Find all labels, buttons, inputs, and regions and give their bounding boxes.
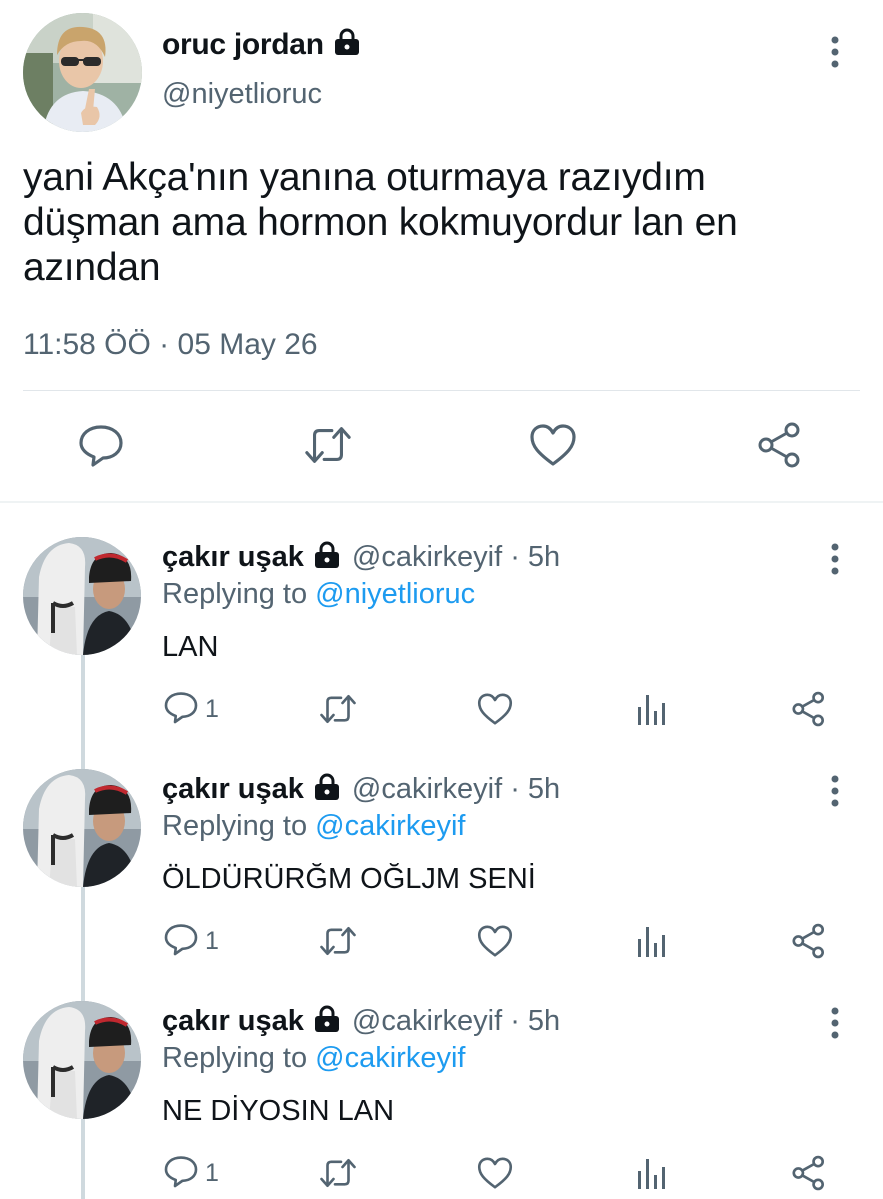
reply-icon	[163, 1153, 199, 1194]
share-icon[interactable]	[790, 689, 828, 729]
divider	[23, 390, 860, 391]
main-tweet: oruc jordan @niyetlioruc yani Akça'nın y…	[0, 0, 883, 503]
like-icon[interactable]	[476, 1153, 514, 1193]
author-handle[interactable]: @cakirkeyif	[352, 773, 502, 806]
separator: ·	[510, 541, 520, 573]
retweet-icon[interactable]	[318, 1153, 358, 1193]
lock-icon	[312, 540, 342, 575]
reply-header: çakır uşak @cakirkeyif · 5h	[162, 772, 560, 807]
author-name[interactable]: çakır uşak	[162, 773, 304, 806]
author-handle[interactable]: @niyetlioruc	[162, 78, 322, 111]
author-name[interactable]: çakır uşak	[162, 1005, 304, 1038]
replying-to-label: Replying to	[162, 810, 308, 842]
reply-button[interactable]: 1	[163, 1153, 219, 1193]
reply-button[interactable]: 1	[163, 921, 219, 961]
replying-to: Replying to @niyetlioruc	[162, 578, 475, 611]
more-vertical-icon[interactable]	[825, 1003, 845, 1043]
avatar[interactable]	[23, 1001, 141, 1119]
like-icon[interactable]	[476, 689, 514, 729]
share-icon[interactable]	[790, 921, 828, 961]
more-vertical-icon[interactable]	[825, 771, 845, 811]
lock-icon	[312, 772, 342, 807]
reply-text: LAN	[162, 631, 219, 663]
reply-tweet[interactable]: çakır uşak @cakirkeyif · 5h Replying to …	[0, 535, 883, 767]
more-vertical-icon[interactable]	[825, 32, 845, 72]
avatar-photo	[23, 13, 142, 132]
like-icon[interactable]	[476, 921, 514, 961]
separator: ·	[510, 1005, 520, 1037]
reply-text: NE DİYOSIN LAN	[162, 1095, 395, 1127]
avatar[interactable]	[23, 13, 142, 132]
reply-time[interactable]: 5h	[528, 1005, 560, 1038]
analytics-icon[interactable]	[636, 921, 668, 961]
author-name[interactable]: oruc jordan	[162, 28, 324, 62]
replying-to-label: Replying to	[162, 578, 308, 610]
replying-to-label: Replying to	[162, 1042, 308, 1074]
reply-count: 1	[205, 1158, 219, 1187]
mention-link[interactable]: @cakirkeyif	[315, 810, 465, 842]
avatar[interactable]	[23, 769, 141, 887]
reply-count: 1	[205, 926, 219, 955]
reply-tweet[interactable]: çakır uşak @cakirkeyif · 5h Replying to …	[0, 999, 883, 1199]
tweet-text: yani Akça'nın yanına oturmaya razıydım d…	[23, 156, 738, 289]
reply-count: 1	[205, 694, 219, 723]
author-handle[interactable]: @cakirkeyif	[352, 541, 502, 574]
more-vertical-icon[interactable]	[825, 539, 845, 579]
reply-button[interactable]: 1	[163, 689, 219, 729]
retweet-icon[interactable]	[318, 921, 358, 961]
retweet-icon[interactable]	[318, 689, 358, 729]
separator: ·	[510, 773, 520, 805]
avatar-photo	[23, 537, 141, 655]
avatar-photo	[23, 769, 141, 887]
author-name[interactable]: çakır uşak	[162, 541, 304, 574]
reply-icon	[163, 689, 199, 730]
reply-tweet[interactable]: çakır uşak @cakirkeyif · 5h Replying to …	[0, 767, 883, 999]
lock-icon	[312, 1004, 342, 1039]
share-icon[interactable]	[790, 1153, 828, 1193]
like-icon[interactable]	[528, 420, 578, 470]
author-handle[interactable]: @cakirkeyif	[352, 1005, 502, 1038]
replying-to: Replying to @cakirkeyif	[162, 810, 465, 843]
reply-icon	[163, 921, 199, 962]
analytics-icon[interactable]	[636, 1153, 668, 1193]
tweet-timestamp[interactable]: 11:58 ÖÖ · 05 May 26	[23, 328, 318, 362]
reply-header: çakır uşak @cakirkeyif · 5h	[162, 1004, 560, 1039]
reply-icon[interactable]	[76, 420, 126, 470]
share-icon[interactable]	[755, 420, 805, 470]
analytics-icon[interactable]	[636, 689, 668, 729]
lock-icon	[332, 27, 362, 62]
avatar[interactable]	[23, 537, 141, 655]
retweet-icon[interactable]	[303, 420, 353, 470]
divider	[0, 501, 883, 503]
reply-time[interactable]: 5h	[528, 541, 560, 574]
author-name-row: oruc jordan	[162, 27, 362, 62]
reply-time[interactable]: 5h	[528, 773, 560, 806]
avatar-photo	[23, 1001, 141, 1119]
replying-to: Replying to @cakirkeyif	[162, 1042, 465, 1075]
mention-link[interactable]: @niyetlioruc	[315, 578, 475, 610]
reply-text: ÖLDÜRÜRĞM OĞLJM SENİ	[162, 863, 536, 895]
reply-header: çakır uşak @cakirkeyif · 5h	[162, 540, 560, 575]
mention-link[interactable]: @cakirkeyif	[315, 1042, 465, 1074]
